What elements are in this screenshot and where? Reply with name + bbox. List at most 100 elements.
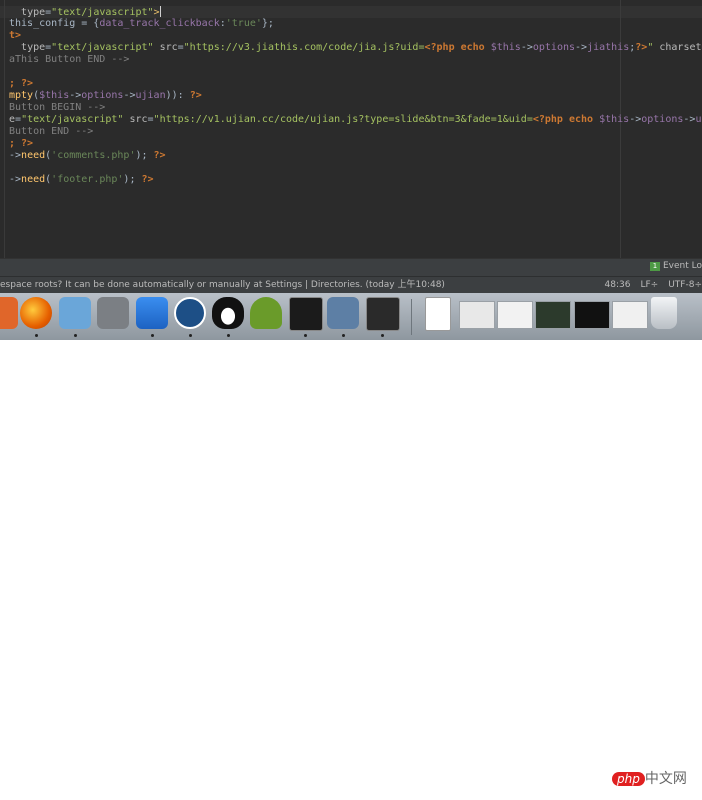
event-log-badge: 1 <box>649 262 660 271</box>
code-line[interactable]: Button BEGIN --> <box>9 102 105 114</box>
document-icon[interactable] <box>425 297 451 331</box>
partial-app-icon[interactable] <box>0 297 18 329</box>
sourcetree-icon[interactable] <box>174 297 206 329</box>
image-capture-icon[interactable] <box>327 297 359 329</box>
code-token: src <box>159 42 178 53</box>
lotus-app-icon[interactable] <box>250 297 282 329</box>
code-token: "https://v1.ujian.cc/code/ujian.js?type=… <box>153 114 533 125</box>
code-token: aThis Button END --> <box>9 54 130 65</box>
code-token: ?> <box>635 42 648 53</box>
watermark: php 中文网 <box>612 768 687 788</box>
text-caret <box>159 6 161 17</box>
code-token: -> <box>9 150 22 161</box>
wps-writer-icon[interactable] <box>136 297 168 329</box>
encoding-selector[interactable]: UTF-8÷ <box>668 280 702 290</box>
code-token: options <box>532 42 576 53</box>
code-token: 'footer.php' <box>51 174 124 185</box>
code-token: t> <box>9 30 22 41</box>
code-token: ?> <box>141 174 154 185</box>
code-token: data_track_clickback <box>99 18 220 29</box>
running-indicator <box>304 334 307 337</box>
code-token: <?php echo <box>532 114 600 125</box>
code-token: Button BEGIN --> <box>9 102 106 113</box>
code-token: "https://v3.jiathis.com/code/jia.js?uid= <box>183 42 425 53</box>
code-token: this_config = { <box>9 18 100 29</box>
code-token: -> <box>520 42 533 53</box>
code-token: options <box>641 114 684 125</box>
running-indicator <box>35 334 38 337</box>
code-token: ); <box>135 150 154 161</box>
code-token: type <box>21 42 46 53</box>
gutter-divider <box>4 0 5 258</box>
code-token: need <box>21 174 46 185</box>
code-token: src <box>129 114 148 125</box>
code-token: type <box>21 7 46 18</box>
code-token: -> <box>629 114 642 125</box>
code-token: 'true' <box>225 18 262 29</box>
terminal-shell-icon[interactable] <box>366 297 400 331</box>
code-token: ujian <box>695 114 702 125</box>
code-token: charset <box>659 42 702 53</box>
running-indicator <box>74 334 77 337</box>
code-token: ?> <box>189 90 202 101</box>
window-thumbnail-5[interactable] <box>612 301 648 329</box>
window-thumbnail-3[interactable] <box>535 301 571 329</box>
running-indicator <box>151 334 154 337</box>
code-token: }; <box>261 18 274 29</box>
code-line[interactable]: ; ?> <box>9 138 33 150</box>
code-line[interactable]: type="text/javascript" src="https://v3.j… <box>9 42 702 54</box>
preview-icon[interactable] <box>59 297 91 329</box>
line-separator-selector[interactable]: LF÷ <box>640 280 658 290</box>
code-token: ; ?> <box>9 138 34 149</box>
code-token: ; ?> <box>9 78 34 89</box>
code-token: $this <box>39 90 70 101</box>
code-token: ujian <box>135 90 166 101</box>
code-token: 'comments.php' <box>51 150 136 161</box>
code-line[interactable]: mpty($this->options->ujian)): ?> <box>9 90 202 102</box>
screen: type="text/javascript"> this_config = {da… <box>0 0 702 340</box>
running-indicator <box>227 334 230 337</box>
code-token: <?php echo <box>424 42 491 53</box>
code-line[interactable]: aThis Button END --> <box>9 54 129 66</box>
code-line[interactable]: t> <box>9 30 21 42</box>
event-log-button[interactable]: 1 Event Lo <box>649 261 702 271</box>
dock <box>0 293 702 340</box>
code-token: "text/javascript" <box>51 42 154 53</box>
code-line[interactable]: ->need('comments.php'); ?> <box>9 150 166 162</box>
code-token: "text/javascript" <box>51 7 154 18</box>
code-line[interactable]: ->need('footer.php'); ?> <box>9 174 154 186</box>
code-line[interactable]: Button END --> <box>9 126 93 138</box>
code-token: options <box>81 90 124 101</box>
trash-icon[interactable] <box>651 297 677 329</box>
window-thumbnail-1[interactable] <box>459 301 495 329</box>
code-token: $this <box>599 114 630 125</box>
code-token: -> <box>575 42 588 53</box>
code-token: need <box>21 150 46 161</box>
dock-separator <box>411 299 412 335</box>
code-token: "text/javascript" <box>21 114 124 125</box>
cursor-position[interactable]: 48:36 <box>605 280 631 290</box>
code-token: -> <box>69 90 82 101</box>
tool-window-strip: 1 Event Lo <box>0 258 702 276</box>
firefox-icon[interactable] <box>20 297 52 329</box>
code-token: -> <box>683 114 696 125</box>
status-message[interactable]: espace roots? It can be done automatical… <box>0 277 445 294</box>
terminal-icon[interactable] <box>289 297 323 331</box>
running-indicator <box>381 334 384 337</box>
qq-icon[interactable] <box>212 297 244 329</box>
code-line[interactable]: this_config = {data_track_clickback:'tru… <box>9 18 274 30</box>
watermark-text: 中文网 <box>644 771 687 787</box>
system-preferences-icon[interactable] <box>97 297 129 329</box>
window-thumbnail-2[interactable] <box>497 301 533 329</box>
code-editor[interactable]: type="text/javascript"> this_config = {da… <box>0 0 702 258</box>
window-thumbnail-4[interactable] <box>574 301 610 329</box>
event-log-label: Event Lo <box>662 261 702 271</box>
code-token: Button END --> <box>9 126 94 137</box>
code-line[interactable]: type="text/javascript"> <box>9 6 161 18</box>
code-line[interactable]: e="text/javascript" src="https://v1.ujia… <box>9 114 702 126</box>
code-line[interactable]: ; ?> <box>9 78 33 90</box>
code-token: mpty <box>9 90 34 101</box>
watermark-badge: php <box>612 772 645 786</box>
